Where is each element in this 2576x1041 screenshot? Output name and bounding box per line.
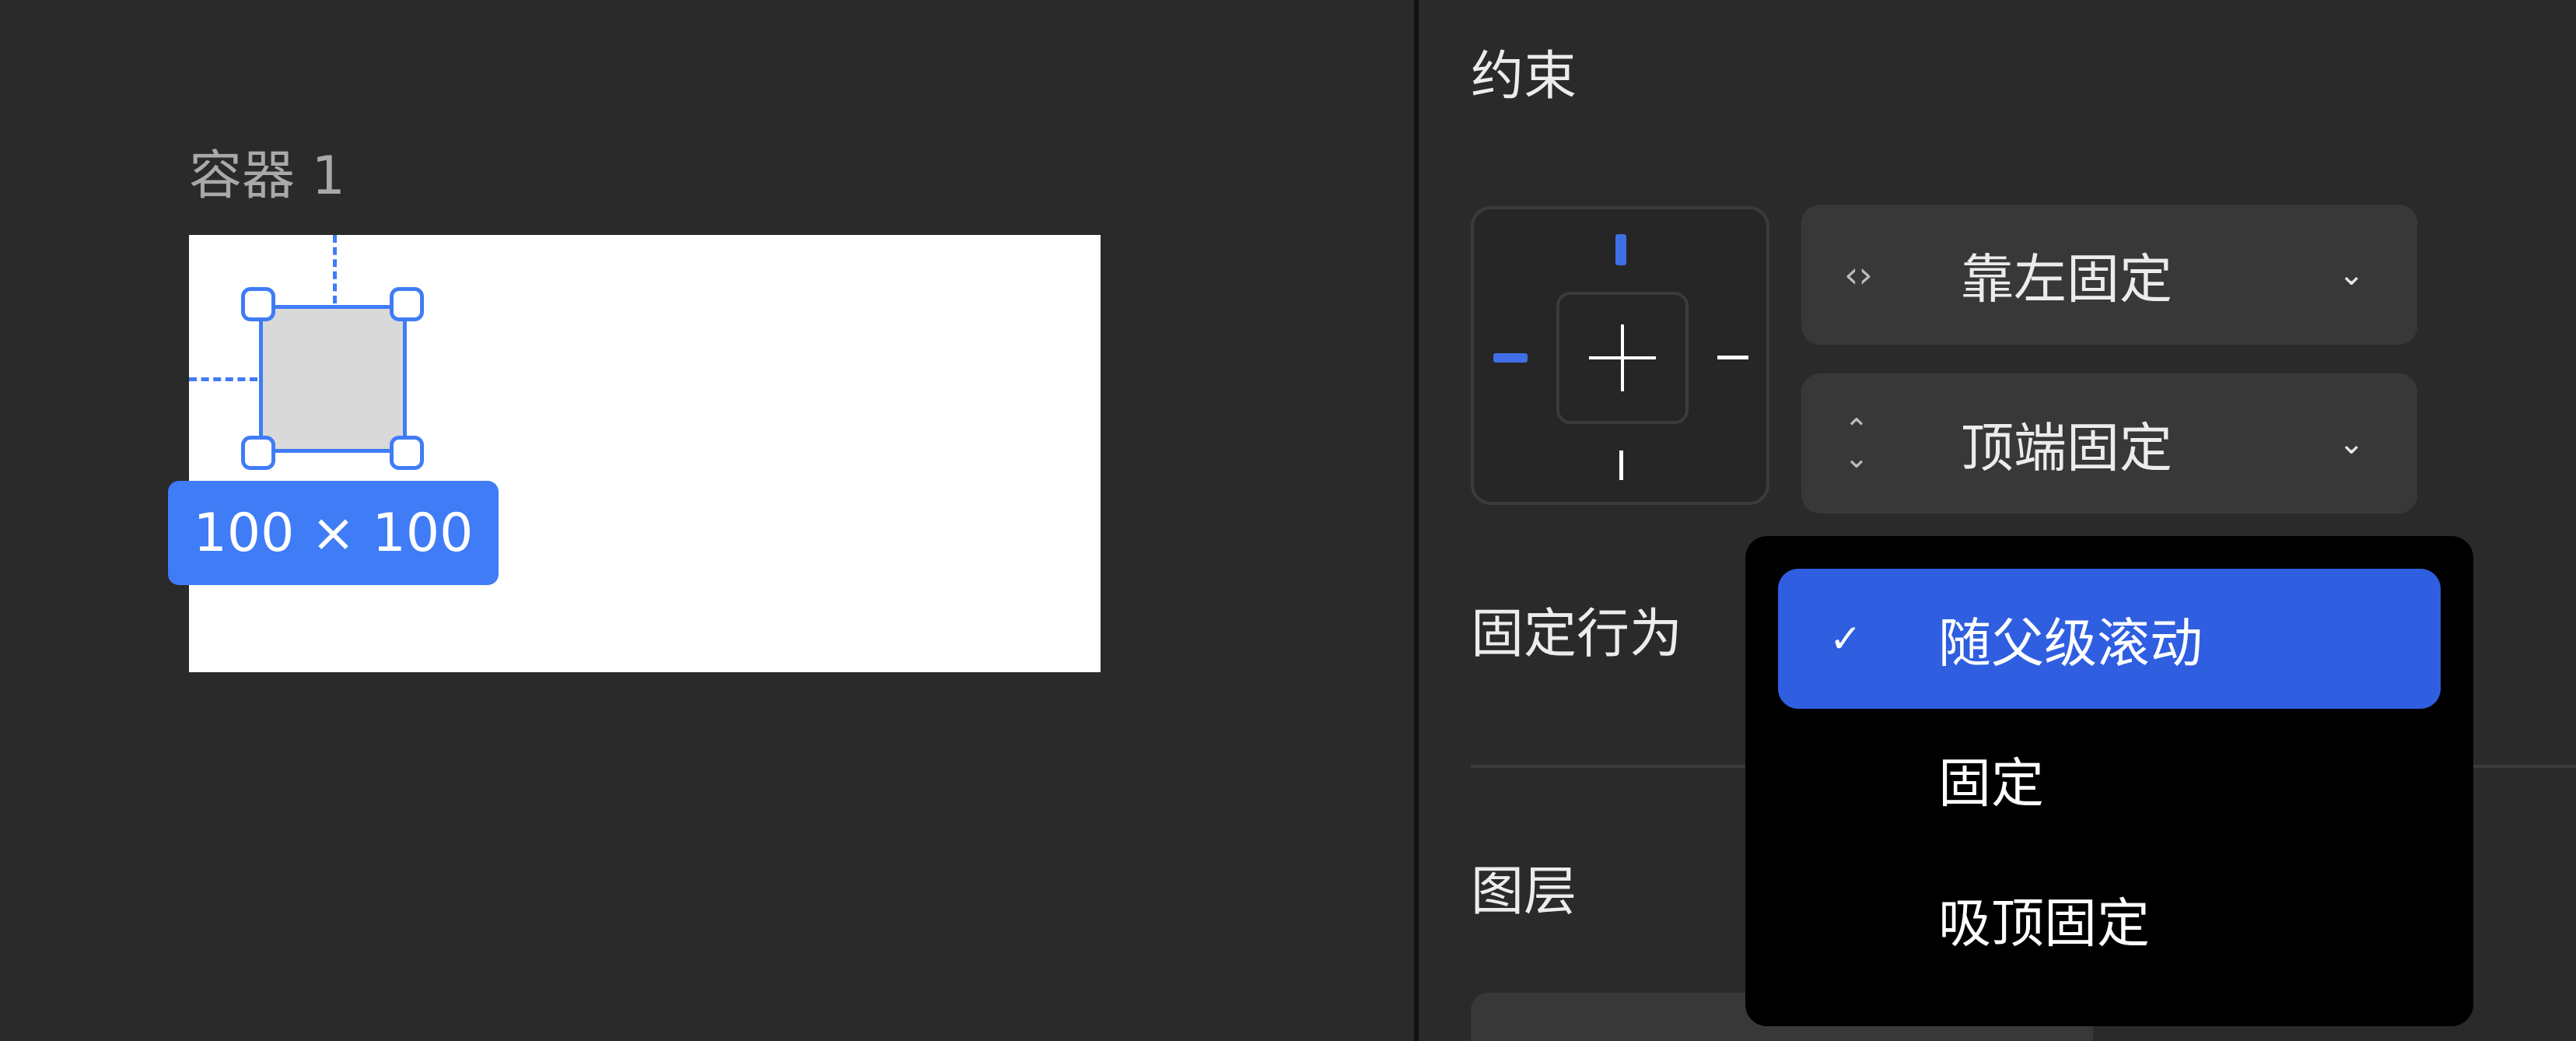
vertical-constraint-value: 顶端固定 — [1961, 418, 2173, 480]
constraint-right-toggle[interactable] — [1717, 356, 1748, 359]
plus-icon-bar — [1589, 356, 1656, 359]
checkmark-icon: ✓ — [1829, 616, 1862, 661]
horizontal-arrows-icon: ‹› — [1844, 254, 1873, 296]
constraint-top-toggle[interactable] — [1615, 234, 1626, 265]
resize-handle-bottom-left[interactable] — [241, 436, 275, 470]
layers-title: 图层 — [1471, 861, 1577, 923]
frame-label[interactable]: 容器 1 — [189, 150, 345, 203]
horizontal-constraint-value: 靠左固定 — [1961, 249, 2173, 311]
editor-window: 容器 1 100 × 100 约束 ‹› 靠左固定 ⌄ ⌃ ⌄ 顶端固定 ⌄ 固… — [0, 0, 2576, 1041]
chevron-down-icon: ⌄ — [2338, 257, 2364, 293]
resize-handle-top-left[interactable] — [241, 287, 275, 321]
horizontal-constraint-select[interactable]: ‹› 靠左固定 ⌄ — [1801, 205, 2417, 345]
dropdown-option-fixed[interactable]: 固定 — [1778, 709, 2441, 849]
constraint-widget[interactable] — [1471, 206, 1769, 505]
selected-rectangle[interactable] — [259, 305, 407, 453]
constraint-center[interactable] — [1556, 292, 1689, 424]
fix-behavior-dropdown: ✓ 随父级滚动 固定 吸顶固定 — [1745, 536, 2473, 1026]
dropdown-option-label: 吸顶固定 — [1938, 893, 2151, 955]
left-distance-guide — [189, 377, 257, 381]
dropdown-option-label: 随父级滚动 — [1938, 613, 2203, 675]
container-frame[interactable] — [189, 235, 1101, 672]
fix-behavior-label: 固定行为 — [1471, 604, 1683, 665]
constraints-title: 约束 — [1471, 46, 1577, 107]
design-canvas[interactable]: 容器 1 100 × 100 — [0, 0, 1414, 1041]
constraint-left-toggle[interactable] — [1493, 353, 1528, 363]
constraint-bottom-toggle[interactable] — [1619, 450, 1623, 480]
size-badge: 100 × 100 — [168, 481, 499, 585]
chevron-down-icon: ⌄ — [2338, 426, 2364, 461]
dropdown-option-scroll-with-parent[interactable]: ✓ 随父级滚动 — [1778, 569, 2441, 709]
resize-handle-bottom-right[interactable] — [390, 436, 424, 470]
top-distance-guide — [333, 235, 337, 303]
resize-handle-top-right[interactable] — [390, 287, 424, 321]
dropdown-option-label: 固定 — [1938, 753, 2045, 815]
dropdown-option-sticky-top[interactable]: 吸顶固定 — [1778, 849, 2441, 989]
vertical-arrows-icon: ⌃ ⌄ — [1844, 412, 1869, 475]
vertical-constraint-select[interactable]: ⌃ ⌄ 顶端固定 ⌄ — [1801, 373, 2417, 513]
